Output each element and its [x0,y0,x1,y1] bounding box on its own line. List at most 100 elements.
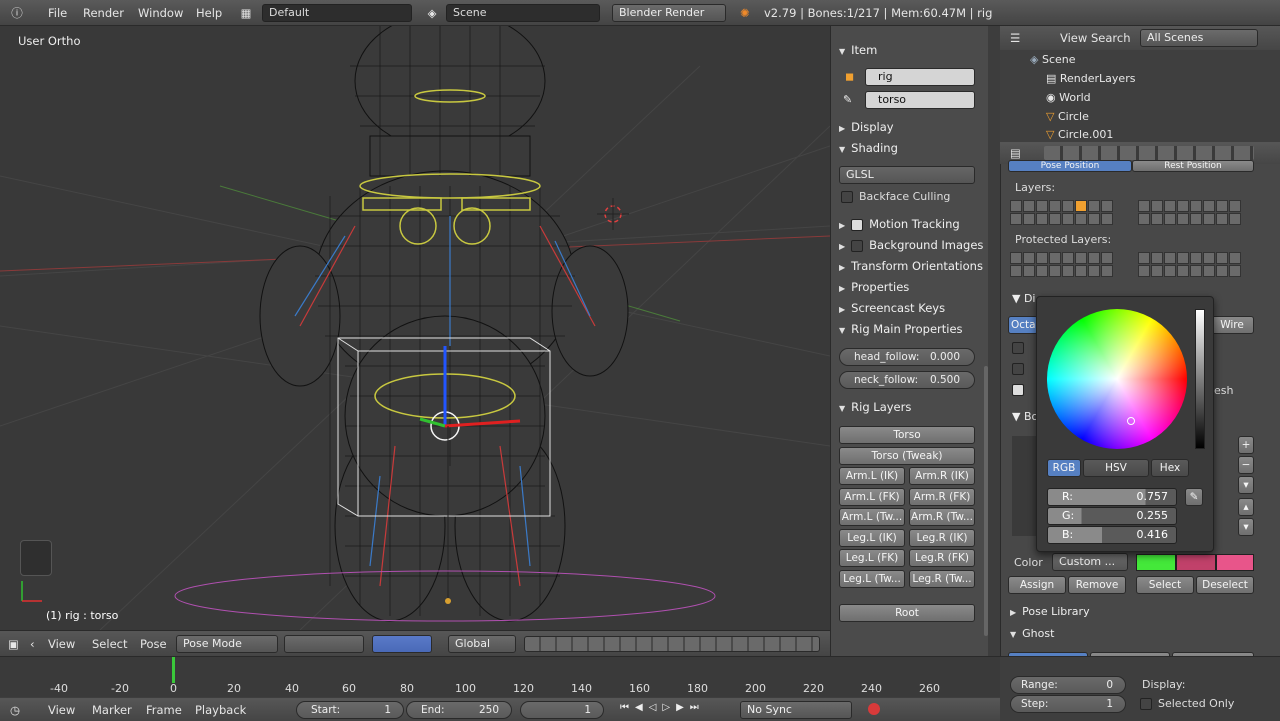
arm-r-tweak-button[interactable]: Arm.R (Tw... [909,508,975,526]
orientation-dropdown[interactable]: Global [448,635,516,653]
ghost-range-field[interactable]: Range: 0 [1010,676,1126,694]
outliner-item-scene[interactable]: ◈ Scene [1030,53,1076,66]
item-panel-header[interactable]: ▼ Item [839,41,877,59]
protected-layers-grid-right[interactable] [1138,252,1241,277]
layer-buttons[interactable] [524,636,820,652]
outliner-item-world[interactable]: ◉ World [1046,91,1091,104]
background-images-header[interactable]: ▶ Background Images [839,236,989,254]
outliner-menu-search[interactable]: Search [1091,29,1131,47]
bone-name-field[interactable]: torso [865,91,975,109]
menu-collapse-icon[interactable]: ‹ [30,635,44,653]
active-color-swatch[interactable] [1216,554,1254,571]
leg-l-fk-button[interactable]: Leg.L (FK) [839,549,905,567]
mode-dropdown[interactable]: Pose Mode [176,635,278,653]
hex-tab[interactable]: Hex [1151,459,1189,477]
timeline-menu-frame[interactable]: Frame [146,701,182,719]
timeline-menu-marker[interactable]: Marker [92,701,132,719]
timeline-menu-view[interactable]: View [48,701,75,719]
rig-layers-header[interactable]: ▼ Rig Layers [839,398,911,416]
current-frame-marker[interactable] [172,657,175,683]
arm-r-fk-button[interactable]: Arm.R (FK) [909,488,975,506]
transform-orientations-header[interactable]: ▶ Transform Orientations [839,257,983,275]
arm-l-fk-button[interactable]: Arm.L (FK) [839,488,905,506]
screencast-keys-header[interactable]: ▶ Screencast Keys [839,299,945,317]
assign-button[interactable]: Assign [1008,576,1066,594]
color-set-dropdown[interactable]: Custom ... [1052,553,1128,571]
octahedral-button[interactable]: Octa [1008,316,1038,334]
deselect-button[interactable]: Deselect [1196,576,1254,594]
arm-r-ik-button[interactable]: Arm.R (IK) [909,467,975,485]
add-group-button[interactable]: + [1238,436,1254,454]
armature-layers-grid-right[interactable] [1138,200,1241,225]
shading-mode-dropdown[interactable]: GLSL [839,166,975,184]
wire-button[interactable]: Wire [1210,316,1254,334]
ghost-step-field[interactable]: Step: 1 [1010,695,1126,713]
head-follow-field[interactable]: head_follow: 0.000 [839,348,975,366]
layout-icon[interactable]: ▦ [236,4,256,22]
leg-l-tweak-button[interactable]: Leg.L (Tw... [839,570,905,588]
selected-only-checkbox[interactable]: Selected Only [1140,697,1234,710]
names-checkbox[interactable] [1012,341,1030,354]
menu-view[interactable]: View [48,635,75,653]
record-icon[interactable] [868,703,880,715]
properties-header[interactable]: ▶ Properties [839,278,909,296]
ghost-header[interactable]: ▼ Ghost [1010,627,1054,640]
shapes-checkbox[interactable] [1012,383,1030,396]
armature-layers-grid-left[interactable] [1010,200,1113,225]
sync-dropdown[interactable]: No Sync [740,701,852,719]
sidebar-scrollbar[interactable] [984,366,988,636]
start-frame-field[interactable]: Start: 1 [296,701,404,719]
remove-button[interactable]: Remove [1068,576,1126,594]
arm-l-tweak-button[interactable]: Arm.L (Tw... [839,508,905,526]
menu-file[interactable]: File [48,4,67,22]
bone-groups-header-partial[interactable]: ▼ Bo [1012,410,1038,423]
color-wheel-cursor[interactable] [1127,417,1135,425]
pose-position-button[interactable]: Pose Position [1008,160,1132,172]
arm-l-ik-button[interactable]: Arm.L (IK) [839,467,905,485]
leg-l-ik-button[interactable]: Leg.L (IK) [839,529,905,547]
menu-help[interactable]: Help [196,4,222,22]
3d-viewport[interactable]: User Ortho (1) rig : torso [0,26,830,630]
outliner-item-renderlayers[interactable]: ▤ RenderLayers [1046,72,1135,85]
red-slider[interactable]: R: 0.757 [1047,488,1177,506]
axes-checkbox[interactable] [1012,362,1030,375]
display-panel-header-partial[interactable]: ▼ Di [1012,292,1035,305]
shading-buttons[interactable]: x [284,635,364,653]
hsv-tab[interactable]: HSV [1083,459,1149,477]
scene-field[interactable]: Scene [446,4,600,22]
leg-r-fk-button[interactable]: Leg.R (FK) [909,549,975,567]
leg-r-tweak-button[interactable]: Leg.R (Tw... [909,570,975,588]
move-down-button[interactable]: ▾ [1238,518,1254,536]
backface-culling-checkbox[interactable]: Backface Culling [841,190,950,203]
playback-controls[interactable]: ⏮◀◁▷▶⏭ [620,702,730,718]
torso-layer-button[interactable]: Torso [839,426,975,444]
info-editor-icon[interactable]: ⓘ [8,4,26,22]
rest-position-button[interactable]: Rest Position [1132,160,1254,172]
properties-context-tabs[interactable] [1044,146,1254,160]
menu-select[interactable]: Select [92,635,127,653]
color-wheel[interactable] [1047,309,1187,449]
eyedropper-icon[interactable]: ✎ [1185,488,1203,506]
menu-render[interactable]: Render [83,4,124,22]
display-panel-header[interactable]: ▶ Display [839,118,894,136]
outliner-editor-icon[interactable]: ☰ [1010,29,1020,47]
remove-group-button[interactable]: − [1238,456,1254,474]
object-name-field[interactable]: rig [865,68,975,86]
timeline-menu-playback[interactable]: Playback [195,701,246,719]
outliner-menu-view[interactable]: View [1060,29,1087,47]
select-button[interactable]: Select [1136,576,1194,594]
value-slider[interactable] [1195,309,1205,449]
menu-pose[interactable]: Pose [140,635,167,653]
current-frame-field[interactable]: 1 [520,701,604,719]
timeline-editor-icon[interactable]: ◷ [10,701,20,719]
normal-color-swatch[interactable] [1176,554,1216,571]
move-up-button[interactable]: ▴ [1238,498,1254,516]
motion-tracking-header[interactable]: ▶ Motion Tracking [839,215,960,233]
torso-tweak-layer-button[interactable]: Torso (Tweak) [839,447,975,465]
select-color-swatch[interactable] [1136,554,1176,571]
blue-slider[interactable]: B: 0.416 [1047,526,1177,544]
group-menu-button[interactable]: ▾ [1238,476,1254,494]
pose-library-header[interactable]: ▶ Pose Library [1010,605,1090,618]
leg-r-ik-button[interactable]: Leg.R (IK) [909,529,975,547]
protected-layers-grid-left[interactable] [1010,252,1113,277]
